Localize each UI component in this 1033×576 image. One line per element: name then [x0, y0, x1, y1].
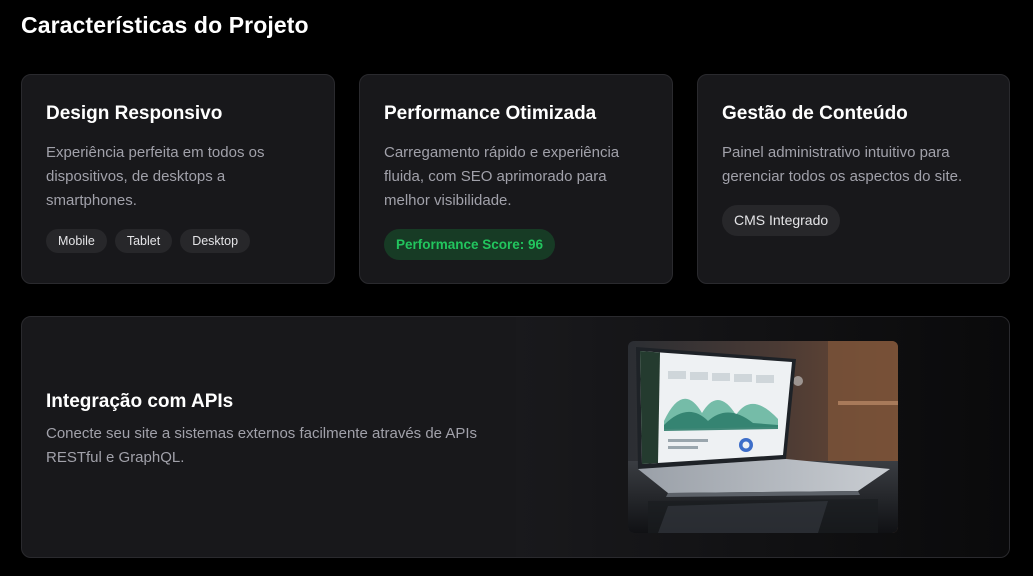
- tag-tablet: Tablet: [114, 229, 173, 253]
- api-text: Integração com APIs Conecte seu site a s…: [46, 389, 486, 470]
- cms-badge: CMS Integrado: [722, 205, 841, 236]
- tag-mobile: Mobile: [46, 229, 107, 253]
- device-tags: Mobile Tablet Desktop: [46, 229, 310, 253]
- tag-desktop: Desktop: [180, 229, 251, 253]
- card-title: Performance Otimizada: [384, 103, 597, 124]
- card-description: Conecte seu site a sistemas externos fac…: [46, 425, 478, 466]
- card-description: Painel administrativo intuitivo para ger…: [722, 144, 963, 185]
- laptop-dashboard-image: [628, 341, 898, 533]
- card-description: Carregamento rápido e experiência fluida…: [384, 144, 620, 209]
- card-title: Integração com APIs: [46, 391, 234, 412]
- features-section: Características do Projeto Design Respon…: [0, 0, 1033, 576]
- feature-card-performance: Performance Otimizada Carregamento rápid…: [359, 74, 673, 284]
- card-title: Design Responsivo: [46, 103, 223, 124]
- section-title: Características do Projeto: [21, 12, 309, 38]
- feature-card-api: Integração com APIs Conecte seu site a s…: [21, 316, 1010, 558]
- performance-score-badge: Performance Score: 96: [384, 229, 556, 260]
- feature-card-responsive: Design Responsivo Experiência perfeita e…: [21, 74, 335, 284]
- card-title: Gestão de Conteúdo: [722, 103, 908, 124]
- card-description: Experiência perfeita em todos os disposi…: [46, 144, 265, 209]
- feature-card-content: Gestão de Conteúdo Painel administrativo…: [697, 74, 1010, 284]
